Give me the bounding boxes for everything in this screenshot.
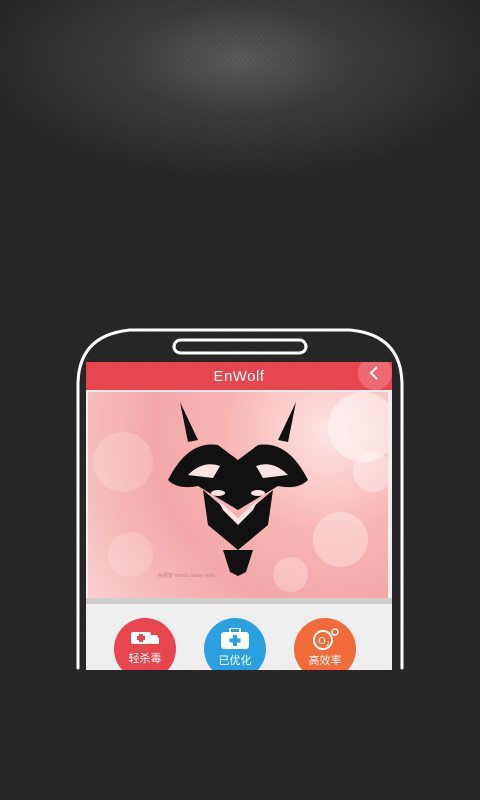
- feature-label: 已优化: [218, 654, 252, 667]
- back-button[interactable]: [358, 362, 392, 390]
- ambulance-icon: [131, 632, 159, 644]
- feature-label: 轻杀毒: [128, 652, 162, 665]
- wolf-logo-icon: [168, 402, 308, 576]
- feature-antivirus-button[interactable]: 轻杀毒: [114, 618, 176, 670]
- first-aid-kit-icon: [221, 628, 249, 649]
- svg-text:O: O: [318, 636, 326, 647]
- feature-efficiency-button[interactable]: O 2 高效率: [294, 618, 356, 670]
- feature-optimize-button[interactable]: 已优化: [204, 618, 266, 670]
- phone-screen: EnWolf 谷歌客 rendu dauy rete 轻杀毒 已优化 O 2 高…: [86, 362, 392, 670]
- app-title: EnWolf: [213, 367, 265, 385]
- title-bar: EnWolf: [86, 362, 392, 390]
- oxygen-icon: O 2: [313, 628, 339, 650]
- svg-text:2: 2: [326, 641, 330, 648]
- feature-icons-row: 轻杀毒 已优化 O 2 高效率: [86, 608, 392, 670]
- feature-label: 高效率: [308, 654, 342, 667]
- chevron-left-icon: [369, 366, 378, 380]
- divider: [86, 598, 392, 604]
- banner-image: 谷歌客 rendu dauy rete: [88, 392, 388, 598]
- banner-caption: 谷歌客 rendu dauy rete: [158, 573, 215, 579]
